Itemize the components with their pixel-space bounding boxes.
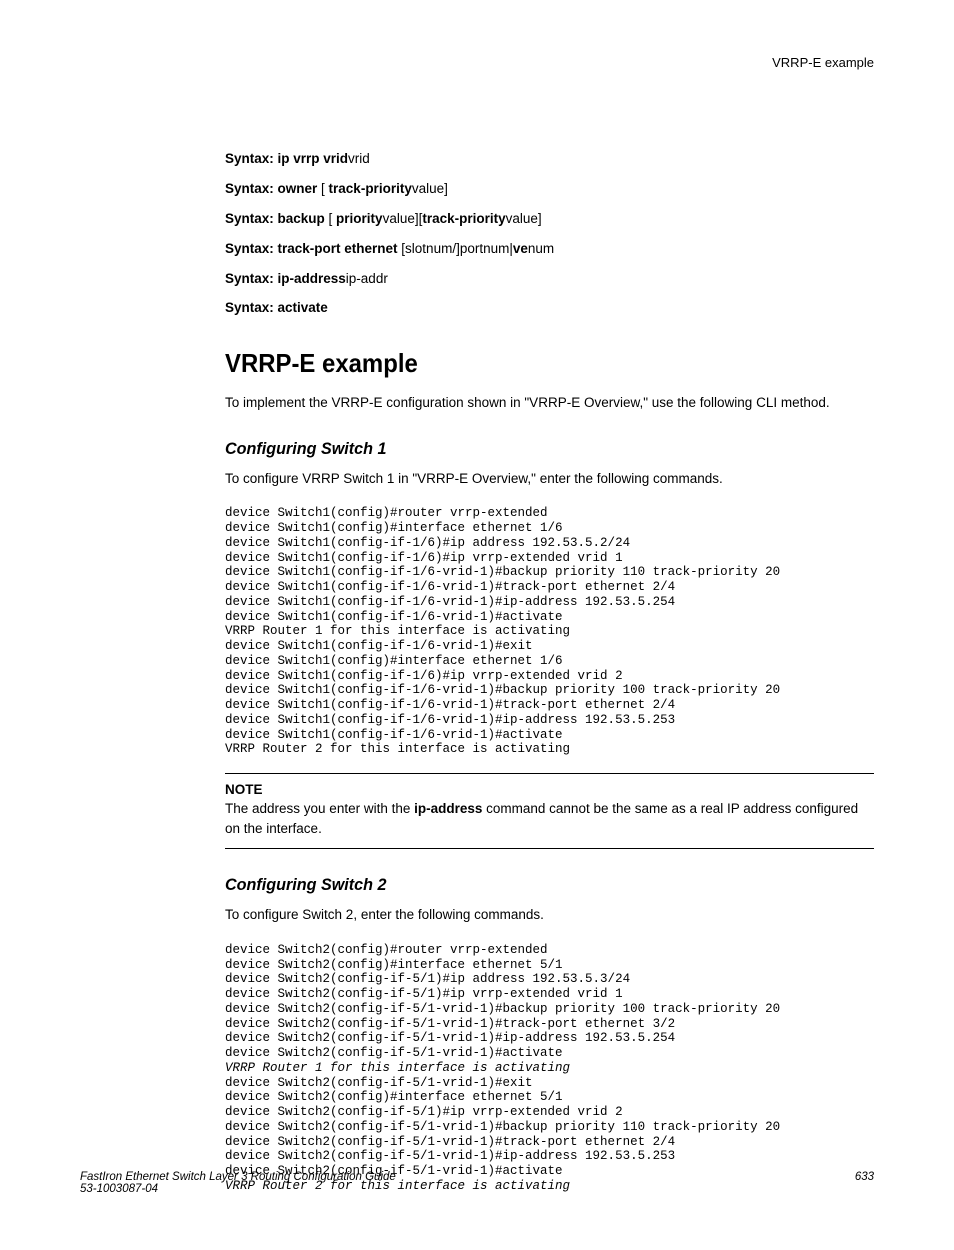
page-number: 633 — [855, 1171, 874, 1183]
syntax-bold: track-priority — [329, 181, 412, 196]
note-bold: ip-address — [414, 801, 482, 816]
syntax-line-5: Syntax: ip-addressip-addr — [225, 270, 874, 289]
syntax-line-4: Syntax: track-port ethernet [slotnum/]po… — [225, 240, 874, 259]
syntax-text: value] — [412, 181, 448, 196]
syntax-text: ip-addr — [346, 271, 388, 286]
syntax-bold: track-priority — [422, 211, 505, 226]
syntax-block: Syntax: ip vrrp vridvrid Syntax: owner [… — [225, 150, 874, 318]
footer-title: FastIron Ethernet Switch Layer 3 Routing… — [80, 1171, 396, 1183]
syntax-text: [ — [317, 181, 328, 196]
syntax-line-1: Syntax: ip vrrp vridvrid — [225, 150, 874, 169]
syntax-bold: Syntax: activate — [225, 300, 328, 315]
code-block-2: device Switch2(config)#router vrrp-exten… — [225, 943, 874, 1194]
note-text: The address you enter with the ip-addres… — [225, 799, 874, 838]
code-plain: device Switch2(config)#router vrrp-exten… — [225, 943, 780, 1060]
code-italic: VRRP Router 1 for this interface is acti… — [225, 1061, 570, 1075]
syntax-text: value] — [506, 211, 542, 226]
subsection-intro-1: To configure VRRP Switch 1 in "VRRP-E Ov… — [225, 469, 874, 489]
section-title: VRRP-E example — [225, 348, 822, 379]
syntax-line-2: Syntax: owner [ track-priorityvalue] — [225, 180, 874, 199]
note-block: NOTE The address you enter with the ip-a… — [225, 773, 874, 849]
syntax-bold: Syntax: track-port ethernet — [225, 241, 398, 256]
syntax-bold: Syntax: backup — [225, 211, 325, 226]
syntax-text: value][ — [383, 211, 423, 226]
syntax-bold: ve — [513, 241, 528, 256]
syntax-bold: Syntax: ip-address — [225, 271, 346, 286]
syntax-bold: priority — [336, 211, 383, 226]
note-text-1: The address you enter with the — [225, 801, 414, 816]
syntax-bold: Syntax: ip vrrp vrid — [225, 151, 348, 166]
page-container: VRRP-E example Syntax: ip vrrp vridvrid … — [0, 0, 954, 1250]
running-header: VRRP-E example — [772, 55, 874, 70]
footer-docnum: 53-1003087-04 — [80, 1183, 158, 1195]
code-block-1: device Switch1(config)#router vrrp-exten… — [225, 506, 874, 757]
syntax-line-3: Syntax: backup [ priorityvalue][track-pr… — [225, 210, 874, 229]
subsection-title-2: Configuring Switch 2 — [225, 875, 842, 895]
syntax-bold: Syntax: owner — [225, 181, 317, 196]
subsection-intro-2: To configure Switch 2, enter the followi… — [225, 905, 874, 925]
page-footer: 633 FastIron Ethernet Switch Layer 3 Rou… — [80, 1171, 874, 1195]
section-intro: To implement the VRRP-E configuration sh… — [225, 393, 874, 413]
syntax-line-6: Syntax: activate — [225, 299, 874, 318]
syntax-text: [slotnum/]portnum| — [398, 241, 513, 256]
syntax-text: [ — [325, 211, 336, 226]
syntax-text: num — [528, 241, 554, 256]
syntax-text: vrid — [348, 151, 370, 166]
subsection-title-1: Configuring Switch 1 — [225, 439, 842, 459]
code-plain: device Switch2(config-if-5/1-vrid-1)#exi… — [225, 1076, 780, 1179]
note-label: NOTE — [225, 782, 874, 797]
